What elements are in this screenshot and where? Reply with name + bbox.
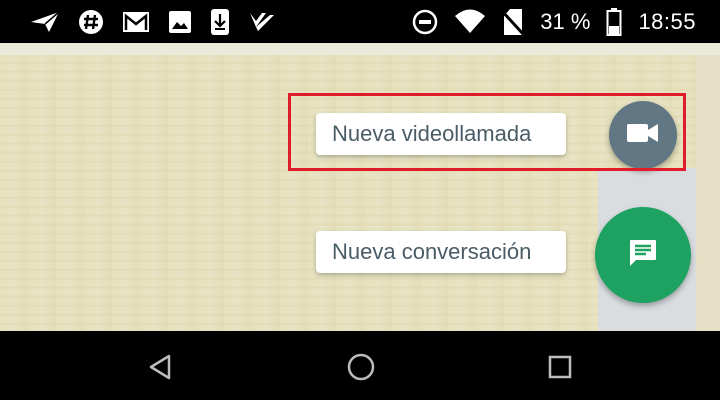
do-not-disturb-icon	[412, 9, 438, 35]
back-icon	[147, 353, 173, 386]
highlight-box	[288, 93, 686, 171]
clock: 18:55	[638, 9, 696, 34]
status-bar: 31 % 18:55	[0, 0, 720, 43]
gmail-icon	[122, 10, 150, 34]
check-icon	[248, 9, 276, 35]
chat-icon	[628, 238, 658, 273]
wifi-icon	[454, 9, 486, 35]
recent-apps-icon	[547, 354, 573, 385]
new-conversation-button[interactable]	[595, 207, 691, 303]
battery-icon	[606, 8, 622, 36]
notification-icons	[30, 7, 276, 37]
system-status: 31 % 18:55	[412, 7, 696, 37]
battery-percent: 31 %	[540, 9, 591, 34]
background-band	[0, 43, 720, 55]
image-icon	[168, 10, 192, 34]
no-sim-icon	[502, 8, 525, 36]
back-button[interactable]	[140, 349, 180, 389]
new-conversation-label[interactable]: Nueva conversación	[316, 231, 566, 273]
home-icon	[346, 352, 376, 387]
navigation-bar	[0, 331, 720, 400]
recent-apps-button[interactable]	[540, 349, 580, 389]
slack-icon	[78, 9, 104, 35]
send-icon	[30, 10, 60, 34]
download-icon	[210, 8, 230, 36]
background-edge	[696, 55, 720, 331]
home-button[interactable]	[341, 349, 381, 389]
